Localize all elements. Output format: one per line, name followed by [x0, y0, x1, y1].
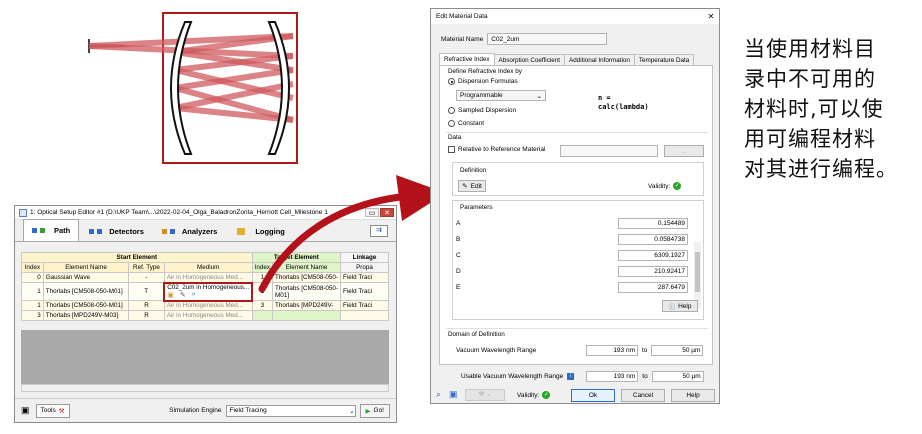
vac-from-input[interactable]: 193 nm [586, 345, 638, 356]
go-button[interactable]: ▶ Go! [359, 403, 390, 418]
radio-constant[interactable]: Constant [448, 120, 484, 127]
param-row-b: B 0.0584738 [456, 234, 688, 245]
herriott-cell-illustration [88, 12, 298, 164]
define-label: Define Refractive Index by [446, 68, 524, 75]
param-row-a: A 0.154489 [456, 218, 688, 229]
radio-dispersion[interactable]: Dispersion Formulas [448, 78, 518, 85]
param-input[interactable]: 6309.1927 [618, 250, 688, 261]
definition-label: Definition [458, 167, 489, 174]
caption-line: 材料时,可以使 [744, 97, 884, 121]
tab-absorption[interactable]: Absorption Coefficient [493, 54, 565, 65]
edit-pencil-icon[interactable]: ✎ [180, 291, 186, 299]
save-icon[interactable]: ▣ [449, 389, 458, 400]
usable-range: Usable Vacuum Wavelength Range i 193 nm … [461, 371, 704, 382]
param-row-e: E 287.6479 [456, 282, 688, 293]
radio-sampled[interactable]: Sampled Dispersion [448, 107, 516, 114]
search-icon[interactable]: ⌕ [192, 291, 196, 299]
refractive-index-panel: Define Refractive Index by Dispersion Fo… [439, 65, 713, 365]
vac-to-input[interactable]: 50 µm [651, 345, 704, 356]
material-name-field[interactable]: C02_2um [487, 33, 608, 45]
col-medium[interactable]: Medium [163, 262, 253, 273]
connector-arrow [258, 175, 446, 293]
laser-beams [88, 33, 294, 123]
tab-temperature[interactable]: Temperature Data [633, 54, 695, 65]
tools-icon: ⚒ [58, 407, 65, 415]
edit-button[interactable]: ✎ Edit [458, 180, 486, 192]
camera-icon[interactable]: ▣ [21, 405, 30, 416]
chevron-down-icon: ⌄ [536, 92, 542, 100]
engine-select[interactable]: Field Tracing ⌄ [225, 404, 356, 417]
detectors-icon [87, 227, 105, 236]
parameters-label: Parameters [458, 204, 495, 211]
param-input[interactable]: 287.6479 [618, 282, 688, 293]
caption-line: 录中不可用的 [744, 67, 876, 91]
horizontal-scrollbar[interactable] [21, 384, 389, 392]
parameters-scrollbar[interactable] [694, 242, 701, 308]
edit-pencil-icon: ✎ [462, 183, 468, 190]
formula-line-2: calc(lambda) [598, 103, 649, 111]
material-name-label: Material Name [441, 35, 484, 43]
col-index[interactable]: Index [21, 262, 44, 273]
footer-validity: Validity: ✓ [517, 391, 551, 399]
medium-cell-selected[interactable]: C02_2um in Homogeneous... ▣ ✎ ⌕ [163, 281, 254, 302]
param-input[interactable]: 0.154489 [618, 218, 688, 229]
caption-line: 对其进行编程。 [744, 157, 898, 181]
engine-label: Simulation Engine [169, 407, 222, 414]
tab-additional-info[interactable]: Additional Information [564, 54, 635, 65]
vacuum-range: Vacuum Wavelength Range 193 nm to 50 µm [456, 345, 704, 356]
ok-button[interactable]: Ok [571, 389, 615, 402]
tools-button[interactable]: Tools ⚒ [35, 403, 70, 418]
param-input[interactable]: 0.0584738 [618, 234, 688, 245]
help-icon: ⓘ [668, 304, 676, 311]
tab-detectors[interactable]: Detectors [79, 221, 152, 241]
chevron-down-icon: ⌄ [349, 407, 355, 415]
parameters-help-button[interactable]: ⓘ Help [662, 300, 698, 312]
usable-to-input[interactable]: 50 µm [651, 371, 704, 382]
browse-reference-button[interactable]: ... [664, 145, 704, 157]
domain-label: Domain of Definition [446, 331, 507, 338]
close-icon[interactable]: ✕ [703, 12, 719, 21]
param-row-c: C 6309.1927 [456, 250, 688, 261]
param-row-d: D 210.92417 [456, 266, 688, 277]
formula-dropdown[interactable]: Programmable ⌄ [456, 90, 546, 101]
search-icon[interactable]: ⌕ [436, 389, 441, 400]
material-tabs: Refractive Index Absorption Coefficient … [439, 53, 695, 65]
check-circle-icon: ✓ [673, 182, 682, 190]
definition-validity: Validity: ✓ [648, 182, 682, 190]
emd-footer: Usable Vacuum Wavelength Range i 193 nm … [431, 369, 719, 405]
tools-icon[interactable]: ⚒ ⌄ [465, 389, 505, 401]
usable-from-input[interactable]: 193 nm [586, 371, 639, 382]
cancel-button[interactable]: Cancel [621, 389, 665, 402]
relative-checkbox[interactable]: Relative to Reference Material [448, 146, 545, 153]
dialog-title: Edit Material Data [436, 13, 488, 20]
formula-line-1: n = [598, 94, 611, 102]
logging-icon [233, 227, 251, 236]
analyzers-icon [160, 227, 178, 236]
table-empty-area [21, 330, 389, 384]
check-circle-icon: ✓ [542, 391, 551, 399]
tab-refractive-index[interactable]: Refractive Index [439, 53, 495, 65]
table-row[interactable]: 1 Thorlabs [CM508-050-M01] R Air in Homo… [21, 300, 389, 311]
tab-path[interactable]: Path [23, 219, 80, 241]
app-icon [19, 208, 27, 217]
folder-icon[interactable]: ▣ [167, 291, 174, 299]
ose-bottom-bar: ▣ Tools ⚒ Simulation Engine Field Tracin… [15, 398, 396, 422]
param-input[interactable]: 210.92417 [618, 266, 688, 277]
play-icon: ▶ [365, 407, 371, 415]
caption-line: 用可编程材料 [744, 127, 876, 151]
reference-material-field[interactable] [560, 145, 658, 157]
col-ref-type[interactable]: Ref. Type [128, 262, 165, 273]
caption-line: 当使用材料目 [744, 37, 876, 61]
help-button[interactable]: Help [671, 389, 715, 402]
data-label: Data [446, 134, 464, 141]
start-element-header: Start Element [21, 252, 253, 263]
path-icon [32, 226, 50, 235]
info-icon: i [567, 373, 575, 380]
emd-titlebar: Edit Material Data ✕ [431, 9, 719, 24]
tab-analyzers[interactable]: Analyzers [152, 221, 225, 241]
table-row[interactable]: 3 Thorlabs [MPD249V-M03] R Air in Homoge… [21, 310, 389, 321]
col-element-name[interactable]: Element Name [42, 262, 130, 273]
caption-text: 当使用材料目 录中不可用的 材料时,可以使 用可编程材料 对其进行编程。 [744, 34, 920, 184]
edit-material-dialog: Edit Material Data ✕ Material Name C02_2… [430, 8, 720, 404]
